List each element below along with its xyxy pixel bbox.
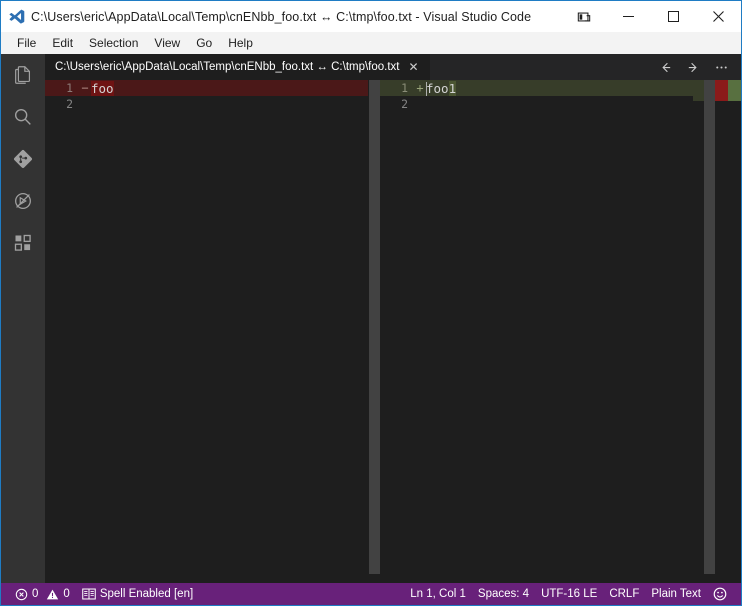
modified-pane-vertical-scrollbar[interactable] — [704, 80, 715, 585]
title-bar: C:\Users\eric\AppData\Local\Temp\cnENbb_… — [1, 1, 741, 32]
next-change-button[interactable] — [679, 54, 707, 80]
tab-bar: C:\Users\eric\AppData\Local\Temp\cnENbb_… — [45, 54, 741, 80]
toggle-panel-layout-icon[interactable] — [562, 1, 606, 32]
unchanged-text: foo — [426, 80, 449, 96]
extensions-icon — [13, 233, 33, 253]
vscode-window: C:\Users\eric\AppData\Local\Temp\cnENbb_… — [0, 0, 742, 606]
line-number: 1 — [66, 81, 73, 95]
tab-close-icon[interactable]: ✕ — [406, 59, 422, 75]
editor-actions — [651, 54, 741, 80]
deleted-marker: − — [81, 81, 89, 95]
warning-triangle-icon — [46, 588, 59, 601]
line-number: 1 — [401, 81, 408, 95]
maximize-icon[interactable] — [651, 1, 696, 32]
status-encoding[interactable]: UTF-16 LE — [535, 583, 603, 605]
status-spell-checker[interactable]: Spell Enabled [en] — [76, 583, 199, 605]
status-cursor-position[interactable]: Ln 1, Col 1 — [404, 583, 472, 605]
scrollbar-slider[interactable] — [704, 80, 715, 574]
menu-file[interactable]: File — [9, 34, 44, 53]
deleted-text-highlight: foo — [91, 80, 114, 96]
minimize-icon[interactable] — [606, 1, 651, 32]
code-text: foo1 — [426, 80, 457, 96]
error-circle-icon — [15, 588, 28, 601]
diff-line-modified-2[interactable]: 2 — [380, 96, 741, 112]
diff-editor: 1 − foo 2 1 + foo1 2 — [45, 80, 741, 585]
window-title: C:\Users\eric\AppData\Local\Temp\cnENbb_… — [31, 10, 532, 24]
added-line-strip — [693, 80, 704, 101]
editor-group: C:\Users\eric\AppData\Local\Temp\cnENbb_… — [45, 54, 741, 585]
line-number: 2 — [401, 97, 408, 111]
error-count: 0 — [32, 588, 39, 600]
more-actions-button[interactable] — [707, 54, 735, 80]
diff-original-pane[interactable]: 1 − foo 2 — [45, 80, 368, 585]
overview-deleted-mark — [715, 80, 728, 101]
previous-change-button[interactable] — [651, 54, 679, 80]
diff-modified-pane[interactable]: 1 + foo1 2 — [380, 80, 741, 585]
sidebar-item-explorer[interactable] — [1, 54, 45, 96]
line-number: 2 — [66, 97, 73, 111]
tab-diff-editor[interactable]: C:\Users\eric\AppData\Local\Temp\cnENbb_… — [45, 54, 431, 80]
vscode-logo-icon — [1, 1, 31, 32]
smiley-icon — [713, 587, 727, 601]
overview-added-mark — [728, 80, 741, 101]
diff-line-original-2[interactable]: 2 — [45, 96, 368, 112]
status-eol[interactable]: CRLF — [603, 583, 645, 605]
files-icon — [12, 64, 34, 86]
code-text: foo — [91, 80, 114, 96]
search-icon — [12, 106, 34, 128]
menu-bar: File Edit Selection View Go Help — [1, 32, 741, 54]
menu-selection[interactable]: Selection — [81, 34, 146, 53]
source-control-icon — [12, 148, 34, 170]
status-bar-left: 0 0 Spell Enabled [en] — [1, 583, 199, 605]
menu-help[interactable]: Help — [220, 34, 261, 53]
original-pane-vertical-scrollbar[interactable] — [369, 80, 380, 574]
status-problems[interactable]: 0 0 — [9, 583, 76, 605]
close-icon[interactable] — [696, 1, 741, 32]
status-indentation[interactable]: Spaces: 4 — [472, 583, 535, 605]
overview-ruler[interactable] — [715, 80, 741, 585]
added-text-highlight: 1 — [448, 80, 457, 96]
activity-bar — [1, 54, 45, 585]
status-language-mode[interactable]: Plain Text — [645, 583, 707, 605]
book-icon — [82, 588, 96, 600]
sidebar-item-search[interactable] — [1, 96, 45, 138]
title-bar-controls — [562, 1, 741, 32]
status-bar: 0 0 Spell Enabled [en] Ln 1, Col 1 Space… — [1, 583, 741, 605]
spell-checker-label: Spell Enabled [en] — [99, 588, 194, 600]
debug-alt-icon — [12, 190, 34, 212]
sidebar-item-extensions[interactable] — [1, 222, 45, 264]
diff-line-modified-1[interactable]: 1 + foo1 — [380, 80, 741, 96]
menu-edit[interactable]: Edit — [44, 34, 81, 53]
tab-label: C:\Users\eric\AppData\Local\Temp\cnENbb_… — [55, 61, 400, 73]
menu-view[interactable]: View — [146, 34, 188, 53]
sidebar-item-run-and-debug[interactable] — [1, 180, 45, 222]
menu-go[interactable]: Go — [188, 34, 220, 53]
diff-line-original-1[interactable]: 1 − foo — [45, 80, 368, 96]
status-feedback[interactable] — [707, 583, 733, 605]
warning-count: 0 — [63, 588, 70, 600]
added-marker: + — [416, 81, 424, 95]
tab-bar-empty-space — [430, 54, 651, 80]
sidebar-item-source-control[interactable] — [1, 138, 45, 180]
status-bar-right: Ln 1, Col 1 Spaces: 4 UTF-16 LE CRLF Pla… — [404, 583, 741, 605]
